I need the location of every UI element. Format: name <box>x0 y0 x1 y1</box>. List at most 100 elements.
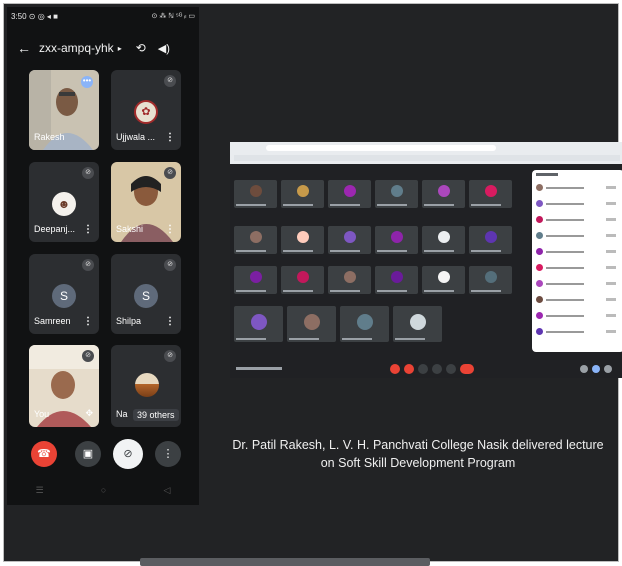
avatar: ☻ <box>52 192 76 216</box>
avatar <box>135 373 159 397</box>
meeting-code[interactable]: zxx-ampq-yhk <box>39 41 114 55</box>
participant-tile-shilpa[interactable]: ⊘ S Shilpa ⋮ <box>111 254 181 334</box>
participant-name: Sakshi <box>116 224 144 234</box>
camera-toggle-button[interactable]: ▣ <box>75 441 101 467</box>
status-bar: 3:50 ⊙ ◎ ◂ ■ ⊙ ⁂ ℕ ⁵ᴳ ᵢₗ ▭ <box>11 9 195 23</box>
grid-tile <box>469 180 512 208</box>
people-panel <box>532 170 622 352</box>
chevron-right-icon[interactable]: ▸ <box>118 44 122 53</box>
participant-tile-ujjwala[interactable]: ⊘ ✿ Ujjwala ... ⋮ <box>111 70 181 150</box>
laptop-camera-button <box>404 364 414 374</box>
grid-tile <box>281 226 324 254</box>
recents-icon[interactable]: ☰ <box>36 485 44 501</box>
grid-tile <box>234 266 277 294</box>
letter-avatar: S <box>134 284 158 308</box>
grid-tile <box>234 306 283 342</box>
back-icon[interactable]: ◁ <box>163 485 170 501</box>
people-row <box>536 328 622 336</box>
caption-line-2: on Soft Skill Development Program <box>320 456 516 470</box>
grid-tile <box>234 180 277 208</box>
people-row <box>536 280 622 288</box>
people-row <box>536 312 622 320</box>
speaker-icon[interactable]: ◀) <box>158 42 170 55</box>
people-row <box>536 216 622 224</box>
grid-tile <box>340 306 389 342</box>
participant-name: You <box>34 409 50 419</box>
grid-tile <box>422 266 465 294</box>
grid-tile <box>393 306 442 342</box>
participant-name: Na <box>116 409 128 419</box>
switch-camera-icon[interactable]: ⟲ <box>136 41 146 55</box>
android-nav-bar: ☰ ○ ◁ <box>7 485 199 501</box>
grid-tile <box>328 226 371 254</box>
photo-caption: Dr. Patil Rakesh, L. V. H. Panchvati Col… <box>218 436 618 472</box>
others-count-badge[interactable]: 39 others <box>133 409 179 421</box>
home-icon[interactable]: ○ <box>101 485 106 501</box>
screenshot-frame: 3:50 ⊙ ◎ ◂ ■ ⊙ ⁂ ℕ ⁵ᴳ ᵢₗ ▭ ← zxx-ampq-yh… <box>3 3 622 566</box>
meeting-header: ← zxx-ampq-yhk ▸ ⟲ ◀) <box>7 37 199 59</box>
participant-tile-deepanj[interactable]: ⊘ ☻ Deepanj... ⋮ <box>29 162 99 242</box>
mic-off-icon: ⊘ <box>82 350 94 362</box>
more-options-icon[interactable]: ⋮ <box>83 316 93 327</box>
more-options-icon[interactable]: ••• <box>81 76 93 88</box>
back-arrow-icon[interactable]: ← <box>13 40 35 56</box>
taskbar-dock <box>140 558 430 566</box>
more-options-icon[interactable]: ⋮ <box>83 224 93 235</box>
laptop-control-bar <box>230 360 622 378</box>
laptop-more-button <box>446 364 456 374</box>
participant-name: Samreen <box>34 316 71 326</box>
grid-tile <box>281 266 324 294</box>
mic-off-icon: ⊘ <box>164 75 176 87</box>
participant-name: Rakesh <box>34 132 65 142</box>
people-row <box>536 248 622 256</box>
grid-tile <box>375 226 418 254</box>
more-options-icon[interactable]: ⋮ <box>165 316 175 327</box>
status-time: 3:50 ⊙ ◎ ◂ ■ <box>11 11 58 21</box>
laptop-info-icon <box>580 365 588 373</box>
participant-tile-samreen[interactable]: ⊘ S Samreen ⋮ <box>29 254 99 334</box>
mic-off-icon: ⊘ <box>82 259 94 271</box>
grid-tile <box>375 180 418 208</box>
laptop-end-call-button <box>460 364 474 374</box>
people-row <box>536 200 622 208</box>
mic-off-icon: ⊘ <box>164 259 176 271</box>
laptop-captions-button <box>418 364 428 374</box>
call-controls: ☎ ▣ ⊘ ⋮ <box>7 435 199 475</box>
grid-tile <box>234 226 277 254</box>
participant-tile-others[interactable]: ⊘ Na 39 others <box>111 345 181 427</box>
more-options-icon[interactable]: ⋮ <box>165 132 175 143</box>
grid-tile <box>469 226 512 254</box>
people-row <box>536 296 622 304</box>
grid-tile <box>328 180 371 208</box>
people-row <box>536 232 622 240</box>
bookmarks-bar <box>234 155 620 161</box>
grid-tile <box>422 180 465 208</box>
grid-tile <box>328 266 371 294</box>
avatar: ✿ <box>134 100 158 124</box>
more-options-button[interactable]: ⋮ <box>155 441 181 467</box>
laptop-meet-screenshot <box>230 142 622 378</box>
people-panel-title <box>536 173 558 176</box>
participant-tile-rakesh[interactable]: ••• Rakesh <box>29 70 99 150</box>
end-call-button[interactable]: ☎ <box>31 441 57 467</box>
grid-tile <box>422 226 465 254</box>
laptop-people-icon <box>592 365 600 373</box>
caption-line-1: Dr. Patil Rakesh, L. V. H. Panchvati Col… <box>232 438 604 452</box>
status-icons: ⊙ ⁂ ℕ ⁵ᴳ ᵢₗ ▭ <box>151 13 195 20</box>
more-options-icon[interactable]: ⋮ <box>165 224 175 235</box>
phone-meet-screen: 3:50 ⊙ ◎ ◂ ■ ⊙ ⁂ ℕ ⁵ᴳ ᵢₗ ▭ ← zxx-ampq-yh… <box>7 7 199 505</box>
participant-name: Shilpa <box>116 316 142 326</box>
participant-name: Deepanj... <box>34 224 76 234</box>
laptop-present-button <box>432 364 442 374</box>
mic-toggle-button[interactable]: ⊘ <box>113 439 143 469</box>
expand-icon[interactable]: ✥ <box>85 408 93 419</box>
participant-tile-sakshi[interactable]: ⊘ Sakshi ⋮ <box>111 162 181 242</box>
participant-tile-you[interactable]: ⊘ You ✥ <box>29 345 99 427</box>
grid-tile <box>281 180 324 208</box>
browser-chrome <box>230 142 622 164</box>
laptop-mic-button <box>390 364 400 374</box>
people-row <box>536 184 622 192</box>
people-row <box>536 264 622 272</box>
address-bar <box>266 145 496 151</box>
laptop-meeting-info <box>236 367 282 370</box>
